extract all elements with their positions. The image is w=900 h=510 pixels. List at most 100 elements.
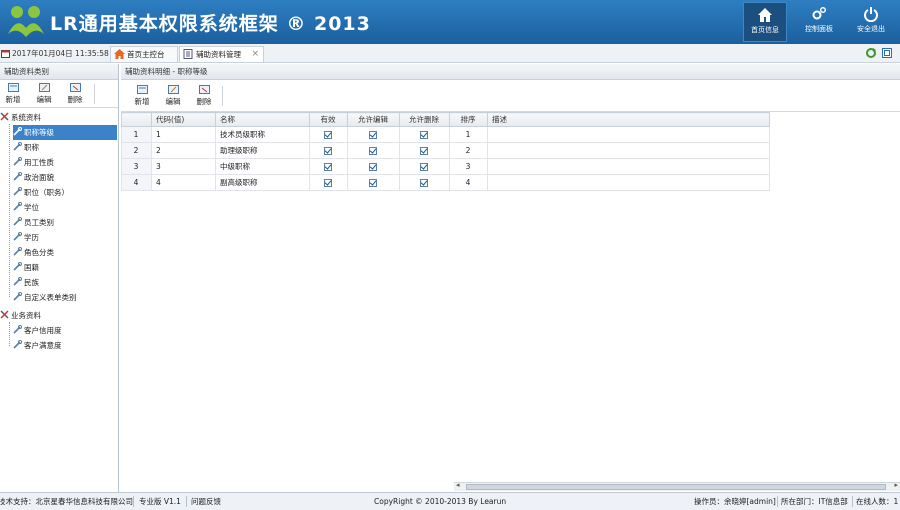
add-icon xyxy=(7,83,19,92)
detail-toolbar: 新增 编辑 删除 xyxy=(121,80,900,112)
cell-editable xyxy=(347,158,400,175)
edition-text: 专业版 V1.1 xyxy=(139,497,181,506)
table-row[interactable]: 4 4 副高级职称 4 xyxy=(121,174,770,191)
tree-item[interactable]: 员工类别 xyxy=(13,215,54,230)
tree-item-label: 用工性质 xyxy=(24,158,54,167)
tree-line xyxy=(9,124,10,297)
logout-label: 安全退出 xyxy=(857,25,885,33)
cell-editable xyxy=(347,126,400,143)
tree-item-label: 职称 xyxy=(24,143,39,152)
house-icon xyxy=(114,49,125,59)
table-header-row: 代码(值) 名称 有效 允许编辑 允许删除 排序 描述 xyxy=(121,112,770,127)
checkbox-checked-icon xyxy=(369,147,377,155)
detail-panel: 辅助资料明细 - 职称等级 新增 编辑 删除 代码(值) 名称 有效 允许编辑 … xyxy=(121,64,900,492)
tree-item[interactable]: 学位 xyxy=(13,200,39,215)
checkbox-checked-icon xyxy=(324,163,332,171)
checkbox-checked-icon xyxy=(324,147,332,155)
table-row[interactable]: 3 3 中级职称 3 xyxy=(121,158,770,175)
cell-name: 助理级职称 xyxy=(215,142,310,159)
table-row[interactable]: 2 2 助理级职称 2 xyxy=(121,142,770,159)
logout-button[interactable]: 安全退出 xyxy=(849,2,893,42)
add-button[interactable]: 新增 xyxy=(129,85,155,107)
gears-icon xyxy=(812,6,827,20)
column-header-editable[interactable]: 允许编辑 xyxy=(347,112,400,127)
tree-item-title-level[interactable]: 职称等级 xyxy=(13,125,117,140)
control-panel-button[interactable]: 控制面板 xyxy=(797,2,841,42)
wrench-icon xyxy=(13,187,22,196)
row-number: 3 xyxy=(121,158,152,175)
column-header-name[interactable]: 名称 xyxy=(215,112,310,127)
column-header-code[interactable]: 代码(值) xyxy=(151,112,216,127)
tree-item[interactable]: 自定义表单类别 xyxy=(13,290,77,305)
tree-item[interactable]: 客户信用度 xyxy=(13,323,62,338)
tree-item-label: 客户信用度 xyxy=(24,326,62,335)
checkbox-checked-icon xyxy=(324,131,332,139)
checkbox-checked-icon xyxy=(324,179,332,187)
tree-item[interactable]: 国籍 xyxy=(13,260,39,275)
online-count-text: 在线人数：1 xyxy=(856,497,899,506)
category-add-button[interactable]: 新增 xyxy=(0,83,26,105)
fullscreen-icon[interactable] xyxy=(882,48,892,58)
cell-code: 1 xyxy=(151,126,216,143)
category-delete-label: 删除 xyxy=(67,95,83,104)
tree-item[interactable]: 用工性质 xyxy=(13,155,54,170)
control-panel-label: 控制面板 xyxy=(805,25,833,33)
feedback-link[interactable]: 问题反馈 xyxy=(191,493,221,510)
tree-group-system[interactable]: 系统资料 xyxy=(0,110,41,125)
cell-code: 2 xyxy=(151,142,216,159)
breadcrumb: 辅助资料明细 - 职称等级 xyxy=(121,64,900,80)
table-row[interactable]: 1 1 技术员级职称 1 xyxy=(121,126,770,143)
wrench-icon xyxy=(13,202,22,211)
checkbox-checked-icon xyxy=(420,147,428,155)
checkbox-checked-icon xyxy=(420,163,428,171)
scrollbar-thumb[interactable] xyxy=(466,484,886,490)
tree-item[interactable]: 职位（职务） xyxy=(13,185,69,200)
tree-item[interactable]: 政治面貌 xyxy=(13,170,54,185)
tree-item-label: 自定义表单类别 xyxy=(24,293,77,302)
add-label: 新增 xyxy=(134,97,150,106)
home-button[interactable]: 首页信息 xyxy=(743,2,787,42)
tab-home-label: 首页主控台 xyxy=(127,50,165,59)
category-delete-button[interactable]: 删除 xyxy=(62,83,88,105)
checkbox-checked-icon xyxy=(369,163,377,171)
horizontal-scrollbar[interactable]: ◂ ▸ xyxy=(454,481,900,491)
tree-group-business[interactable]: 业务资料 xyxy=(0,308,41,323)
wrench-icon xyxy=(13,142,22,151)
tree-item[interactable]: 民族 xyxy=(13,275,39,290)
tree-item[interactable]: 职称 xyxy=(13,140,39,155)
wrench-icon xyxy=(13,262,22,271)
tab-close-icon[interactable]: × xyxy=(251,47,259,62)
category-edit-button[interactable]: 编辑 xyxy=(31,83,57,105)
row-number: 4 xyxy=(121,174,152,191)
scroll-left-icon[interactable]: ◂ xyxy=(456,481,460,489)
tab-aux-data[interactable]: 辅助资料管理 × xyxy=(179,46,264,62)
tools-icon xyxy=(0,310,9,319)
data-table: 代码(值) 名称 有效 允许编辑 允许删除 排序 描述 1 1 技术员级职称 1… xyxy=(121,112,770,191)
tree-group-label: 业务资料 xyxy=(11,311,41,320)
edit-button[interactable]: 编辑 xyxy=(160,85,186,107)
tree-item-label: 员工类别 xyxy=(24,218,54,227)
status-separator xyxy=(777,496,778,507)
category-toolbar: 新增 编辑 删除 xyxy=(0,80,118,108)
tree-item[interactable]: 客户满意度 xyxy=(13,338,62,353)
cell-sort: 1 xyxy=(449,126,488,143)
tab-home[interactable]: 首页主控台 xyxy=(110,46,178,62)
refresh-icon[interactable] xyxy=(866,48,876,58)
column-header-desc[interactable]: 描述 xyxy=(487,112,770,127)
tree-item[interactable]: 角色分类 xyxy=(13,245,54,260)
tree-item[interactable]: 学历 xyxy=(13,230,39,245)
status-separator xyxy=(852,496,853,507)
scroll-right-icon[interactable]: ▸ xyxy=(894,481,898,489)
checkbox-checked-icon xyxy=(369,131,377,139)
support-text: 技术支持：北京星春华信息科技有限公司 xyxy=(0,497,133,506)
status-bar: 技术支持：北京星春华信息科技有限公司 专业版 V1.1 问题反馈 CopyRig… xyxy=(0,492,900,510)
column-header-sort[interactable]: 排序 xyxy=(449,112,488,127)
checkbox-checked-icon xyxy=(369,179,377,187)
delete-button[interactable]: 删除 xyxy=(191,85,217,107)
status-separator xyxy=(133,496,134,507)
column-header-valid[interactable]: 有效 xyxy=(309,112,348,127)
column-header-deletable[interactable]: 允许删除 xyxy=(399,112,450,127)
row-number: 1 xyxy=(121,126,152,143)
tree-group-label: 系统资料 xyxy=(11,113,41,122)
home-button-label: 首页信息 xyxy=(751,26,779,34)
